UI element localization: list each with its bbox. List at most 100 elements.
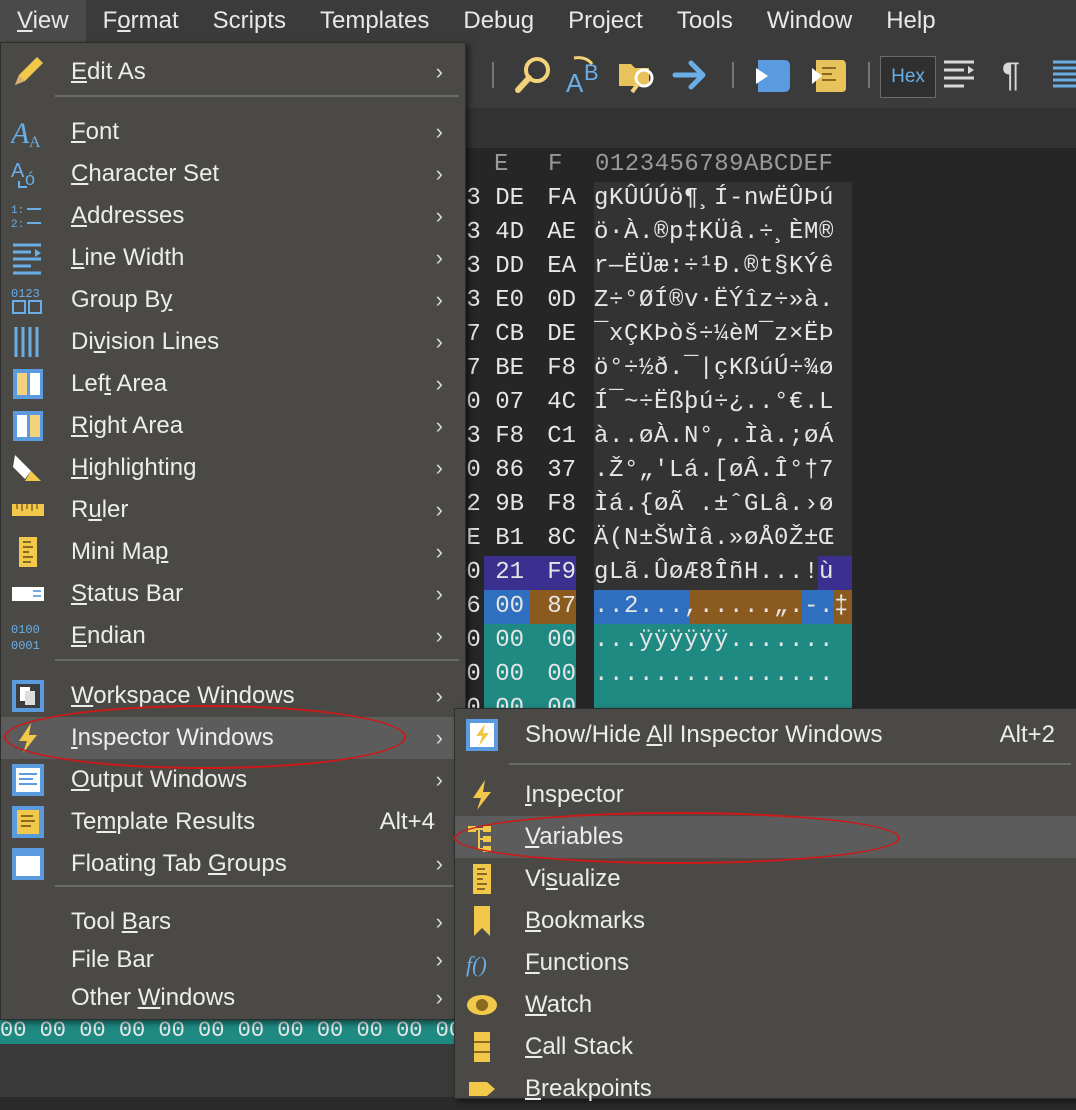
hex-row[interactable]: 7 BE F8 ö°÷½ð.¯|çKßúÚ÷¾ø bbox=[464, 352, 1076, 386]
view-menu-item-workspace-windows[interactable]: Workspace Windows › bbox=[1, 675, 465, 717]
view-menu-item-character-set[interactable]: Aó Character Set › bbox=[1, 153, 465, 195]
hex-cell-e[interactable]: 6 00 bbox=[464, 590, 530, 624]
find-in-files-icon[interactable] bbox=[616, 54, 658, 96]
hex-row[interactable]: 6 00 87 ..2...,.....„.-.‡ bbox=[464, 590, 1076, 624]
inspector-menu-item-bookmarks[interactable]: Bookmarks bbox=[455, 900, 1076, 942]
hex-cell-e[interactable]: 3 F8 bbox=[464, 420, 530, 454]
goto-icon[interactable] bbox=[670, 54, 712, 96]
view-menu-item-right-area[interactable]: Right Area › bbox=[1, 405, 465, 447]
hex-cell-f[interactable]: 00 bbox=[530, 658, 576, 692]
menu-templates[interactable]: Templates bbox=[303, 0, 446, 42]
view-menu-item-template-results[interactable]: Template Results Alt+4 bbox=[1, 801, 465, 843]
ascii-cell[interactable]: ¯xÇKÞòš÷¼èM¯z×ËÞ bbox=[594, 318, 852, 352]
hex-cell-f[interactable]: 0D bbox=[530, 284, 576, 318]
hex-cell-f[interactable]: 37 bbox=[530, 454, 576, 488]
hex-cell-f[interactable]: FA bbox=[530, 182, 576, 216]
pilcrow-icon[interactable]: ¶ bbox=[990, 54, 1032, 96]
inspector-menu-item-functions[interactable]: f() Functions bbox=[455, 942, 1076, 984]
hex-row[interactable]: 3 4D AE ö·À.®p‡KÜâ.÷¸ÈM® bbox=[464, 216, 1076, 250]
hex-cell-f[interactable]: F8 bbox=[530, 352, 576, 386]
hex-row[interactable]: E B1 8C Ä(N±ŠWÌâ.»øÅ0Ž±Œ bbox=[464, 522, 1076, 556]
hex-cell-f[interactable]: 87 bbox=[530, 590, 576, 624]
inspector-menu-item-show-hide-all-inspector-windows[interactable]: Show/Hide All Inspector Windows Alt+2 bbox=[455, 714, 1076, 756]
hex-row[interactable]: 3 DE FA gKÛÚÚö¶¸Í-nwËÛÞú bbox=[464, 182, 1076, 216]
ascii-cell[interactable]: ..2...,.....„.-.‡ bbox=[594, 590, 852, 624]
hex-row[interactable]: 0 00 00 ...ÿÿÿÿÿÿ....... bbox=[464, 624, 1076, 658]
ascii-cell[interactable]: ...ÿÿÿÿÿÿ....... bbox=[594, 624, 852, 658]
ascii-cell[interactable]: .Ž°„'Lá.[øÂ.Î°†7 bbox=[594, 454, 852, 488]
hex-row[interactable]: 3 F8 C1 à..øÀ.N°,.Ìà.;øÁ bbox=[464, 420, 1076, 454]
view-menu-item-other-windows[interactable]: Other Windows › bbox=[1, 977, 465, 1019]
hex-cell-f[interactable]: 4C bbox=[530, 386, 576, 420]
line-width-icon[interactable] bbox=[938, 54, 980, 96]
replace-icon[interactable]: AB bbox=[564, 54, 606, 96]
hex-cell-e[interactable]: 3 4D bbox=[464, 216, 530, 250]
hex-cell-e[interactable]: 0 07 bbox=[464, 386, 530, 420]
hex-row[interactable]: 3 DD EA r—ËÜæ:÷¹Ð.®t§KÝê bbox=[464, 250, 1076, 284]
hex-row[interactable]: 0 86 37 .Ž°„'Lá.[øÂ.Î°†7 bbox=[464, 454, 1076, 488]
ascii-cell[interactable]: ................ bbox=[594, 658, 852, 692]
hex-row[interactable]: 0 00 00................ bbox=[464, 658, 1076, 692]
run-template-icon[interactable] bbox=[808, 54, 850, 96]
ascii-cell[interactable]: ö·À.®p‡KÜâ.÷¸ÈM® bbox=[594, 216, 852, 250]
hex-cell-f[interactable]: F8 bbox=[530, 488, 576, 522]
view-menu-item-inspector-windows[interactable]: Inspector Windows › bbox=[1, 717, 465, 759]
ascii-cell[interactable]: gLã.ÛøÆ8ÎñH...!ù bbox=[594, 556, 852, 590]
hex-cell-f[interactable]: 00 bbox=[530, 624, 576, 658]
view-menu-item-status-bar[interactable]: Status Bar › bbox=[1, 573, 465, 615]
hex-cell-f[interactable]: AE bbox=[530, 216, 576, 250]
view-menu-item-font[interactable]: A A Font › bbox=[1, 111, 465, 153]
inspector-menu-item-visualize[interactable]: Visualize bbox=[455, 858, 1076, 900]
menu-help[interactable]: Help bbox=[869, 0, 952, 42]
hex-cell-f[interactable]: DE bbox=[530, 318, 576, 352]
ascii-cell[interactable]: ö°÷½ð.¯|çKßúÚ÷¾ø bbox=[594, 352, 852, 386]
hex-cell-e[interactable]: 7 BE bbox=[464, 352, 530, 386]
hex-cell-e[interactable]: E B1 bbox=[464, 522, 530, 556]
view-menu-item-mini-map[interactable]: Mini Map › bbox=[1, 531, 465, 573]
view-menu-item-addresses[interactable]: 1: 2: Addresses › bbox=[1, 195, 465, 237]
view-menu-item-division-lines[interactable]: Division Lines › bbox=[1, 321, 465, 363]
hex-cell-e[interactable]: 0 21 bbox=[464, 556, 530, 590]
hex-row[interactable]: 0 21 F9 gLã.ÛøÆ8ÎñH...!ù bbox=[464, 556, 1076, 590]
view-menu-item-line-width[interactable]: Line Width › bbox=[1, 237, 465, 279]
hex-row[interactable]: 0 07 4C Í¯~÷Ëßþú÷¿..°€.L bbox=[464, 386, 1076, 420]
menu-view[interactable]: View bbox=[0, 0, 86, 42]
view-menu-item-tool-bars[interactable]: Tool Bars › bbox=[1, 901, 465, 943]
hex-cell-f[interactable]: F9 bbox=[530, 556, 576, 590]
ascii-cell[interactable]: Í¯~÷Ëßþú÷¿..°€.L bbox=[594, 386, 852, 420]
hex-cell-e[interactable]: 0 00 bbox=[464, 658, 530, 692]
inspector-menu-item-inspector[interactable]: Inspector bbox=[455, 774, 1076, 816]
run-script-icon[interactable] bbox=[752, 54, 794, 96]
hex-row[interactable]: 2 9B F8 Ìá.{øÃ .±ˆGLâ.›ø bbox=[464, 488, 1076, 522]
hex-cell-f[interactable]: 8C bbox=[530, 522, 576, 556]
menu-tools[interactable]: Tools bbox=[660, 0, 750, 42]
find-icon[interactable] bbox=[512, 54, 554, 96]
menu-project[interactable]: Project bbox=[551, 0, 660, 42]
view-menu-item-endian[interactable]: 0100 0001 Endian › bbox=[1, 615, 465, 657]
hex-cell-f[interactable]: C1 bbox=[530, 420, 576, 454]
hex-cell-e[interactable]: 2 9B bbox=[464, 488, 530, 522]
ascii-cell[interactable]: Ä(N±ŠWÌâ.»øÅ0Ž±Œ bbox=[594, 522, 852, 556]
view-menu-item-edit-as[interactable]: Edit As › bbox=[1, 51, 465, 93]
hex-cell-e[interactable]: 7 CB bbox=[464, 318, 530, 352]
menu-scripts[interactable]: Scripts bbox=[196, 0, 303, 42]
ascii-cell[interactable]: r—ËÜæ:÷¹Ð.®t§KÝê bbox=[594, 250, 852, 284]
inspector-menu-item-breakpoints[interactable]: Breakpoints bbox=[455, 1068, 1076, 1110]
menu-format[interactable]: Format bbox=[86, 0, 196, 42]
view-menu-item-highlighting[interactable]: Highlighting › bbox=[1, 447, 465, 489]
columns-icon[interactable] bbox=[1044, 54, 1076, 96]
hex-cell-e[interactable]: 3 DD bbox=[464, 250, 530, 284]
inspector-menu-item-variables[interactable]: Variables bbox=[455, 816, 1076, 858]
ascii-cell[interactable]: Ìá.{øÃ .±ˆGLâ.›ø bbox=[594, 488, 852, 522]
inspector-menu-item-call-stack[interactable]: Call Stack bbox=[455, 1026, 1076, 1068]
hex-cell-e[interactable]: 0 86 bbox=[464, 454, 530, 488]
view-menu-item-output-windows[interactable]: Output Windows › bbox=[1, 759, 465, 801]
hex-cell-e[interactable]: 3 DE bbox=[464, 182, 530, 216]
ascii-cell[interactable]: Z÷°ØÍ®v·ËÝîz÷»à. bbox=[594, 284, 852, 318]
view-menu-item-ruler[interactable]: Ruler › bbox=[1, 489, 465, 531]
view-menu-item-group-by[interactable]: 0123 Group By › bbox=[1, 279, 465, 321]
ascii-cell[interactable]: gKÛÚÚö¶¸Í-nwËÛÞú bbox=[594, 182, 852, 216]
hex-cell-e[interactable]: 3 E0 bbox=[464, 284, 530, 318]
hex-row[interactable]: 7 CB DE ¯xÇKÞòš÷¼èM¯z×ËÞ bbox=[464, 318, 1076, 352]
hex-cell-e[interactable]: 0 00 bbox=[464, 624, 530, 658]
